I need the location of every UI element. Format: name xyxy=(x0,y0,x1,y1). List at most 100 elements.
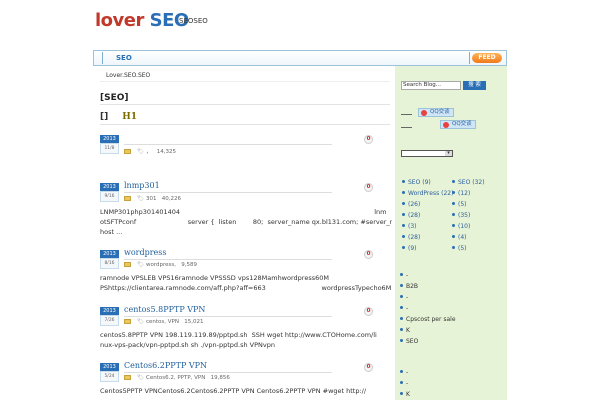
comment-count-icon[interactable]: 0 xyxy=(364,307,373,316)
bullet-icon xyxy=(400,339,403,342)
bullet-icon xyxy=(400,370,403,373)
folder-icon xyxy=(124,262,131,267)
tag-icon: 🏷 xyxy=(137,149,144,155)
bullet-icon xyxy=(402,202,405,205)
post-title[interactable]: wordpress xyxy=(124,248,167,257)
post-date-day: 7/26 xyxy=(100,315,119,326)
section-heading-h1: H1 xyxy=(122,112,137,122)
post-tags[interactable]: wordpress, xyxy=(146,262,176,268)
qq-chat-button-2[interactable]: QQ交谈 xyxy=(440,120,476,129)
qq-icon xyxy=(443,122,449,128)
tag-icon: 🏷 xyxy=(137,262,144,268)
post-meta: 🏷 Centos6.2, PPTP, VPN 19,856 xyxy=(124,375,230,381)
post-tags[interactable]: 301 xyxy=(146,196,157,202)
post-views: 9,589 xyxy=(181,262,197,268)
folder-icon xyxy=(124,196,131,201)
search-input[interactable]: Search Blog... xyxy=(401,81,461,90)
nav-item-seo[interactable]: SEO xyxy=(116,54,132,62)
bullet-icon xyxy=(400,295,403,298)
category-item[interactable]: (4) xyxy=(452,234,467,241)
qq-icon xyxy=(421,110,427,116)
divider xyxy=(100,124,390,125)
sidebar-link[interactable]: B2B xyxy=(400,283,418,290)
post-tags[interactable]: centos, VPN xyxy=(146,319,179,325)
bullet-icon xyxy=(402,246,405,249)
comment-count-icon[interactable]: 0 xyxy=(364,250,373,259)
post-tags[interactable]: ， xyxy=(146,149,152,155)
chevron-down-icon: ▾ xyxy=(445,151,452,156)
post-title[interactable]: lnmp301 xyxy=(124,181,160,190)
category-item[interactable]: (26) xyxy=(402,201,420,208)
post-underline xyxy=(124,144,332,145)
post-excerpt: LNMP301php301401404 lnm otSFTPconf serve… xyxy=(100,207,392,237)
post-underline xyxy=(124,259,332,260)
tag-icon: 🏷 xyxy=(137,319,144,325)
category-item[interactable]: (10) xyxy=(452,223,470,230)
category-item[interactable]: SEO (32) xyxy=(452,179,485,186)
post-excerpt: Centos5PPTP VPNCentos6.2Centos6.2PPTP VP… xyxy=(100,386,392,396)
bullet-icon xyxy=(452,213,455,216)
qq-chat-button-1[interactable]: QQ交谈 xyxy=(418,108,454,117)
contact-dash xyxy=(401,127,412,128)
post-date-day: 9/16 xyxy=(100,191,119,202)
site-logo[interactable]: lover SEO xyxy=(95,10,189,31)
sidebar-link[interactable]: SEO xyxy=(400,338,418,345)
excerpt-line: ramnode VPSLEB VPS16ramnode VPSSSD vps12… xyxy=(100,274,329,282)
archive-select[interactable]: ▾ xyxy=(401,150,453,157)
excerpt-line: nux-vps-pack/vpn-pptpd.sh sh ./vpn-pptpd… xyxy=(100,341,276,349)
sidebar-link[interactable]: - xyxy=(400,272,408,279)
search-button[interactable]: 搜 索 xyxy=(463,81,486,90)
site-tagline: SEOSEO xyxy=(179,17,208,25)
category-item[interactable]: (5) xyxy=(452,245,467,252)
sidebar-link[interactable]: Cpscost per sale xyxy=(400,316,456,323)
excerpt-line: centos5.8PPTP VPN 198.119.119.89/pptpd.s… xyxy=(100,331,377,339)
nav-divider-left xyxy=(102,52,103,64)
post-date-day: 11/8 xyxy=(100,143,119,154)
post-title[interactable]: Centos6.2PPTP VPN xyxy=(124,361,207,370)
category-item[interactable]: (28) xyxy=(402,234,420,241)
post-excerpt: centos5.8PPTP VPN 198.119.119.89/pptpd.s… xyxy=(100,330,392,350)
category-item[interactable]: SEO (9) xyxy=(402,179,431,186)
post-title[interactable]: centos5.8PPTP VPN xyxy=(124,305,205,314)
sidebar-link[interactable]: K xyxy=(400,327,410,334)
post-date-year: 2013 xyxy=(100,183,119,191)
bullet-icon xyxy=(400,328,403,331)
category-item[interactable]: (3) xyxy=(402,223,417,230)
category-item[interactable]: (35) xyxy=(452,212,470,219)
category-item[interactable]: WordPress (22) xyxy=(402,190,453,197)
sidebar-link[interactable]: - xyxy=(400,294,408,301)
category-item[interactable]: (12) xyxy=(452,190,470,197)
qq-chat-label: QQ交谈 xyxy=(452,121,472,127)
section-heading-bracket: [] xyxy=(100,112,109,122)
qq-chat-label: QQ交谈 xyxy=(430,109,450,115)
excerpt-line: LNMP301php301401404 lnm xyxy=(100,208,387,216)
bullet-icon xyxy=(400,317,403,320)
category-item[interactable]: (28) xyxy=(402,212,420,219)
post-underline xyxy=(124,316,332,317)
bullet-icon xyxy=(452,202,455,205)
category-item[interactable]: (5) xyxy=(452,201,467,208)
comment-count-icon[interactable]: 0 xyxy=(364,363,373,372)
post-meta: 🏷 wordpress, 9,589 xyxy=(124,262,197,268)
rss-feed-button[interactable]: FEED xyxy=(472,53,502,63)
breadcrumb[interactable]: Lover.SEO.SEO xyxy=(100,72,390,82)
comment-count-icon[interactable]: 0 xyxy=(364,135,373,144)
post-meta: 🏷， 14,325 xyxy=(124,147,176,155)
post-tags[interactable]: Centos6.2, PPTP, VPN xyxy=(146,375,205,381)
sidebar-link[interactable]: - xyxy=(400,380,408,387)
sidebar-link[interactable]: - xyxy=(400,369,408,376)
post-underline xyxy=(124,372,332,373)
bullet-icon xyxy=(402,224,405,227)
bullet-icon xyxy=(400,381,403,384)
page-title: [SEO] xyxy=(100,93,129,103)
tag-icon: 🏷 xyxy=(137,375,144,381)
post-date-year: 2013 xyxy=(100,135,119,143)
post-date-year: 2013 xyxy=(100,307,119,315)
category-item[interactable]: (9) xyxy=(402,245,417,252)
comment-count-icon[interactable]: 0 xyxy=(364,183,373,192)
sidebar-link[interactable]: K xyxy=(400,391,410,398)
post-excerpt: ramnode VPSLEB VPS16ramnode VPSSSD vps12… xyxy=(100,273,392,293)
bullet-icon xyxy=(452,224,455,227)
sidebar-link[interactable]: - xyxy=(400,305,408,312)
excerpt-line: Centos5PPTP VPNCentos6.2Centos6.2PPTP VP… xyxy=(100,387,367,395)
